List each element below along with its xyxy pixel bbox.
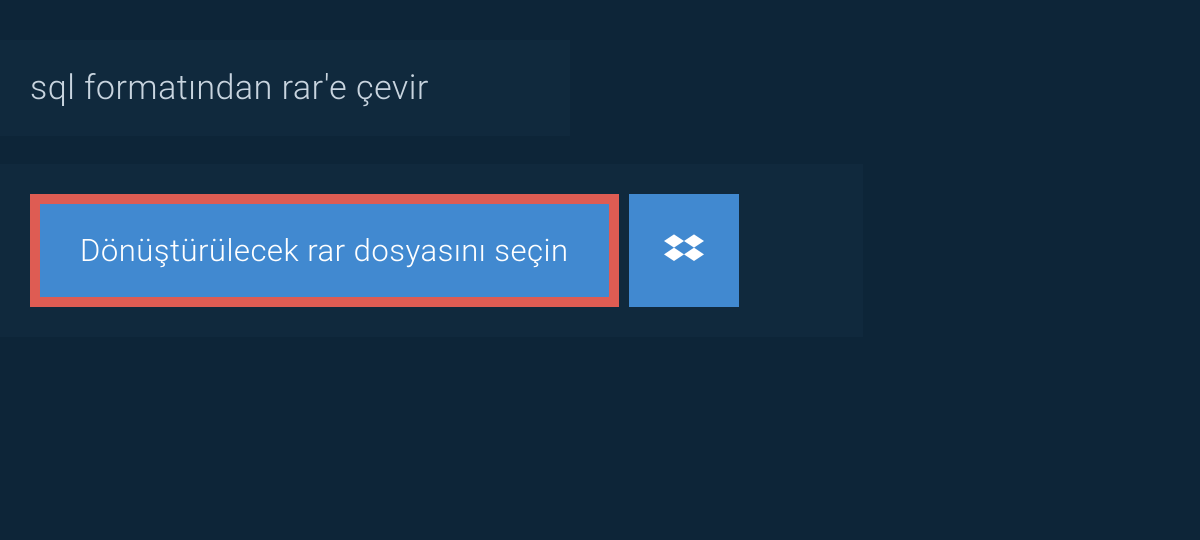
select-file-button[interactable]: Dönüştürülecek rar dosyasını seçin <box>30 194 619 307</box>
select-file-label: Dönüştürülecek rar dosyasını seçin <box>80 232 569 269</box>
dropbox-icon <box>664 231 704 271</box>
dropbox-button[interactable] <box>629 194 739 307</box>
header-bar: sql formatından rar'e çevir <box>0 40 570 136</box>
upload-section: Dönüştürülecek rar dosyasını seçin <box>0 164 863 337</box>
page-title: sql formatından rar'e çevir <box>30 68 540 108</box>
